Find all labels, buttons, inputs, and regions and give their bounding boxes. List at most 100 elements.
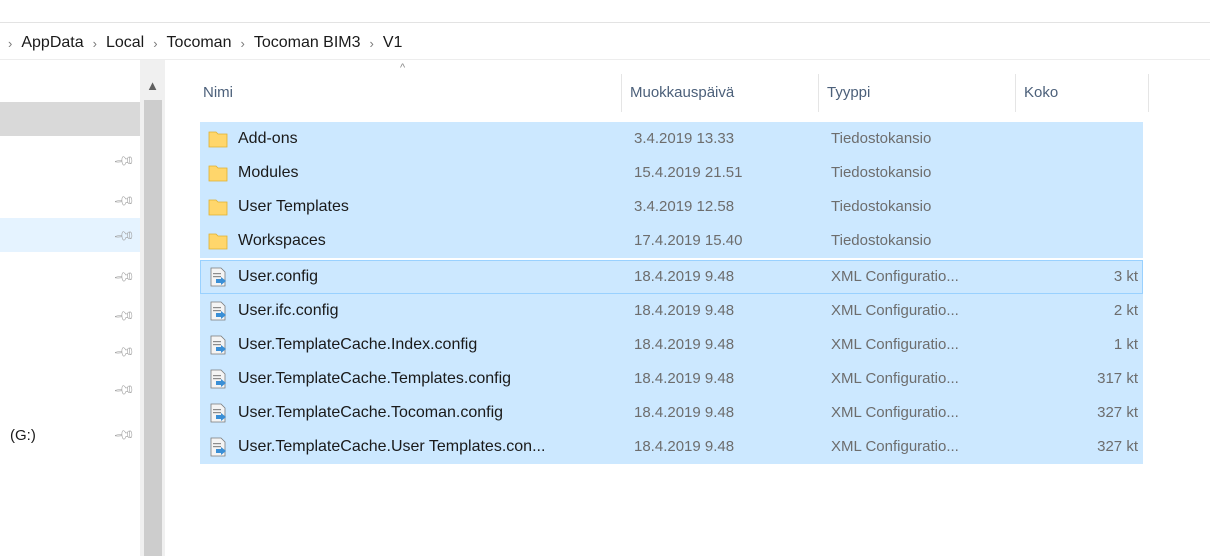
folder-icon xyxy=(208,131,228,148)
navigation-pane: 📌︎ 📌︎ 📌︎ 📌︎ 📌︎ 📌︎ 📌︎ (G:) 📌︎ xyxy=(0,60,140,556)
breadcrumb-item-appdata[interactable]: AppData xyxy=(21,34,83,52)
file-row[interactable]: User.config 18.4.2019 9.48 XML Configura… xyxy=(200,260,1143,294)
nav-item-selected[interactable] xyxy=(0,102,140,136)
nav-scrollbar-thumb[interactable] xyxy=(144,100,162,556)
file-date: 3.4.2019 13.33 xyxy=(634,130,735,147)
nav-item-quick-access-4[interactable]: 📌︎ xyxy=(0,262,140,296)
file-size xyxy=(1030,190,1138,224)
file-size xyxy=(1030,156,1138,190)
file-type: XML Configuratio... xyxy=(831,336,959,353)
xml-config-file-icon xyxy=(210,335,226,355)
nav-item-quick-access-6[interactable]: 📌︎ xyxy=(0,336,140,370)
file-date: 18.4.2019 9.48 xyxy=(634,370,735,387)
file-size: 1 kt xyxy=(1113,336,1138,353)
file-date: 18.4.2019 9.48 xyxy=(634,336,735,353)
file-date: 18.4.2019 9.48 xyxy=(634,268,735,285)
file-name: User.ifc.config xyxy=(238,302,339,319)
file-size: 317 kt xyxy=(1097,370,1138,387)
pin-icon[interactable]: 📌︎ xyxy=(113,265,137,289)
chevron-right-icon[interactable]: › xyxy=(370,36,374,51)
file-size: 3 kt xyxy=(1113,268,1138,285)
file-size xyxy=(1030,224,1138,258)
file-type: XML Configuratio... xyxy=(831,370,959,387)
file-type: XML Configuratio... xyxy=(831,438,959,455)
column-header-type[interactable]: Tyyppi xyxy=(819,74,1016,112)
chevron-right-icon[interactable]: › xyxy=(153,36,157,51)
file-type: Tiedostokansio xyxy=(831,130,932,147)
nav-item-quick-access-7[interactable]: 📌︎ xyxy=(0,374,140,408)
file-type: XML Configuratio... xyxy=(831,302,959,319)
top-divider xyxy=(0,22,1210,23)
folder-icon xyxy=(208,233,228,250)
file-row[interactable]: User Templates 3.4.2019 12.58 Tiedostoka… xyxy=(200,190,1143,224)
file-row[interactable]: User.TemplateCache.Templates.config 18.4… xyxy=(200,362,1143,396)
xml-config-file-icon xyxy=(210,403,226,423)
sort-ascending-icon: ^ xyxy=(400,62,406,74)
file-type: XML Configuratio... xyxy=(831,404,959,421)
file-name: User.TemplateCache.Index.config xyxy=(238,336,478,353)
file-type: Tiedostokansio xyxy=(831,232,932,249)
pin-icon[interactable]: 📌︎ xyxy=(113,189,137,213)
breadcrumb-item-tocoman-bim3[interactable]: Tocoman BIM3 xyxy=(254,34,361,52)
file-row[interactable]: User.TemplateCache.Index.config 18.4.201… xyxy=(200,328,1143,362)
pin-icon[interactable]: 📌︎ xyxy=(113,340,137,364)
file-size: 327 kt xyxy=(1097,438,1138,455)
xml-config-file-icon xyxy=(210,301,226,321)
file-type: XML Configuratio... xyxy=(831,268,959,285)
pin-icon[interactable]: 📌︎ xyxy=(113,224,137,248)
file-size xyxy=(1030,122,1138,156)
pin-icon[interactable]: 📌︎ xyxy=(113,304,137,328)
file-name: User.config xyxy=(238,268,319,285)
pin-icon[interactable]: 📌︎ xyxy=(113,378,137,402)
chevron-right-icon[interactable]: › xyxy=(8,36,12,51)
file-name: User.TemplateCache.Templates.config xyxy=(238,370,512,387)
file-row[interactable]: Workspaces 17.4.2019 15.40 Tiedostokansi… xyxy=(200,224,1143,258)
file-name: Add-ons xyxy=(238,130,298,147)
file-date: 17.4.2019 15.40 xyxy=(634,232,743,249)
file-name: Modules xyxy=(238,164,299,181)
file-row[interactable]: Modules 15.4.2019 21.51 Tiedostokansio xyxy=(200,156,1143,190)
nav-item-quick-access-1[interactable]: 📌︎ xyxy=(0,144,140,178)
column-header-size[interactable]: Koko xyxy=(1016,74,1149,112)
file-row[interactable]: User.TemplateCache.User Templates.con...… xyxy=(200,430,1143,464)
xml-config-file-icon xyxy=(210,267,226,287)
folder-icon xyxy=(208,165,228,182)
folder-icon xyxy=(208,199,228,216)
file-date: 18.4.2019 9.48 xyxy=(634,404,735,421)
file-date: 18.4.2019 9.48 xyxy=(634,438,735,455)
breadcrumb-item-tocoman[interactable]: Tocoman xyxy=(167,34,232,52)
file-size: 2 kt xyxy=(1113,302,1138,319)
breadcrumb-item-v1[interactable]: V1 xyxy=(383,34,403,52)
file-row[interactable]: Add-ons 3.4.2019 13.33 Tiedostokansio xyxy=(200,122,1143,156)
xml-config-file-icon xyxy=(210,437,226,457)
nav-scrollbar[interactable]: ▲ xyxy=(140,60,165,556)
address-divider xyxy=(0,59,1210,60)
file-date: 18.4.2019 9.48 xyxy=(634,302,735,319)
breadcrumb-item-local[interactable]: Local xyxy=(106,34,144,52)
file-row[interactable]: User.TemplateCache.Tocoman.config 18.4.2… xyxy=(200,396,1143,430)
nav-item-quick-access-2[interactable]: 📌︎ xyxy=(0,184,140,218)
xml-config-file-icon xyxy=(210,369,226,389)
file-type: Tiedostokansio xyxy=(831,198,932,215)
column-header-name[interactable]: Nimi xyxy=(195,74,622,112)
breadcrumb[interactable]: › AppData › Local › Tocoman › Tocoman BI… xyxy=(0,31,402,55)
pin-icon[interactable]: 📌︎ xyxy=(113,423,137,447)
drive-label: (G:) xyxy=(10,427,36,444)
nav-item-quick-access-3[interactable]: 📌︎ xyxy=(0,218,140,252)
file-row[interactable]: User.ifc.config 18.4.2019 9.48 XML Confi… xyxy=(200,294,1143,328)
file-date: 15.4.2019 21.51 xyxy=(634,164,743,181)
file-type: Tiedostokansio xyxy=(831,164,932,181)
nav-item-drive-g[interactable]: (G:) 📌︎ xyxy=(0,418,140,452)
scroll-up-arrow-icon[interactable]: ▲ xyxy=(140,76,165,96)
nav-item-quick-access-5[interactable]: 📌︎ xyxy=(0,300,140,334)
pin-icon[interactable]: 📌︎ xyxy=(113,149,137,173)
file-size: 327 kt xyxy=(1097,404,1138,421)
file-name: User.TemplateCache.User Templates.con... xyxy=(238,438,546,455)
chevron-right-icon[interactable]: › xyxy=(93,36,97,51)
file-name: User.TemplateCache.Tocoman.config xyxy=(238,404,504,421)
file-name: User Templates xyxy=(238,198,349,215)
file-date: 3.4.2019 12.58 xyxy=(634,198,735,215)
chevron-right-icon[interactable]: › xyxy=(240,36,244,51)
file-name: Workspaces xyxy=(238,232,326,249)
column-header-date-modified[interactable]: Muokkauspäivä xyxy=(622,74,819,112)
